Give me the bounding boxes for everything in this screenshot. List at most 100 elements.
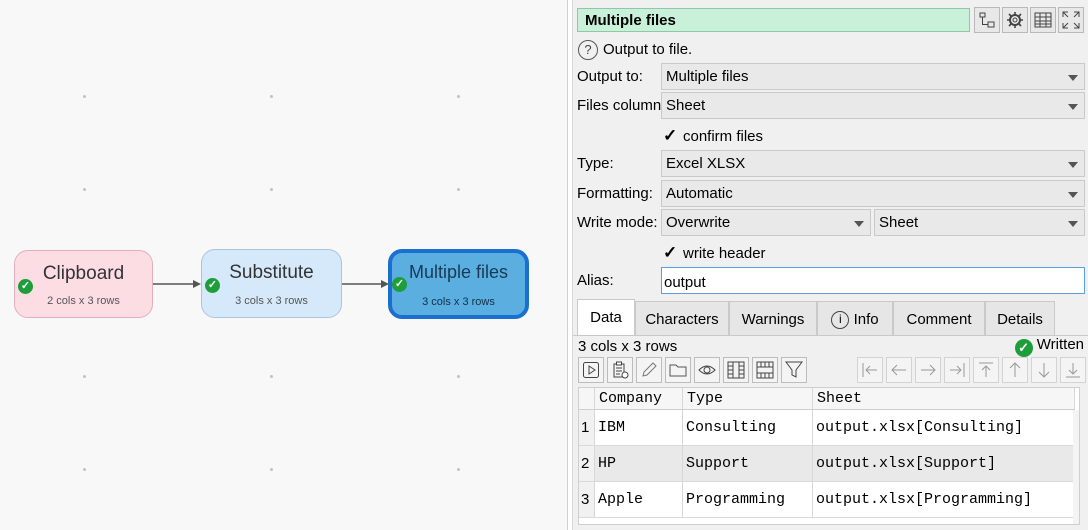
- gear-icon: [1007, 12, 1023, 28]
- expand-button[interactable]: [1058, 7, 1084, 33]
- row-number: 2: [579, 446, 595, 482]
- written-label: Written: [1036, 336, 1084, 353]
- table-cell[interactable]: Consulting: [683, 410, 813, 446]
- tab-data[interactable]: Data: [577, 299, 635, 336]
- view-button[interactable]: [694, 357, 720, 383]
- written-status: ✓ Written: [1014, 336, 1084, 357]
- help-icon[interactable]: ?: [578, 40, 598, 60]
- first-col-icon: [862, 363, 877, 377]
- output-to-select[interactable]: Multiple files: [661, 63, 1085, 90]
- node-clipboard[interactable]: Clipboard 2 cols x 3 rows ✓: [14, 250, 153, 318]
- chevron-down-icon: [1068, 192, 1078, 198]
- confirm-files-checkbox[interactable]: ✓ confirm files: [663, 126, 763, 146]
- eye-icon: [698, 365, 716, 375]
- tab-info-label: Info: [853, 311, 879, 328]
- last-column-button[interactable]: [944, 357, 970, 383]
- chevron-down-icon: [1068, 162, 1078, 168]
- tab-comment[interactable]: Comment: [893, 301, 985, 336]
- status-ok-icon: ✓: [205, 278, 220, 293]
- filter-button[interactable]: [781, 357, 807, 383]
- files-column-select[interactable]: Sheet: [661, 92, 1085, 119]
- node-multiple-files[interactable]: Multiple files 3 cols x 3 rows ✓: [388, 249, 529, 319]
- alias-input[interactable]: [661, 267, 1085, 294]
- type-label: Type:: [577, 155, 614, 172]
- row-number: 3: [579, 482, 595, 518]
- table-view-button[interactable]: [1030, 7, 1056, 33]
- alias-label: Alias:: [577, 272, 614, 289]
- status-ok-icon: ✓: [392, 277, 407, 292]
- info-icon: i: [831, 311, 850, 329]
- node-substitute[interactable]: Substitute 3 cols x 3 rows ✓: [201, 249, 342, 318]
- workflow-canvas[interactable]: Clipboard 2 cols x 3 rows ✓ Substitute 3…: [0, 0, 568, 530]
- bottom-icon: [1066, 363, 1080, 378]
- table-cell[interactable]: output.xlsx[Support]: [813, 446, 1075, 482]
- edit-button[interactable]: [636, 357, 662, 383]
- status-ok-icon: ✓: [18, 279, 33, 294]
- tab-warnings[interactable]: Warnings: [729, 301, 817, 336]
- write-mode-value: Overwrite: [666, 214, 731, 231]
- bottom-row-button[interactable]: [1060, 357, 1086, 383]
- vertical-scrollbar[interactable]: [1073, 410, 1079, 524]
- node-title-field[interactable]: Multiple files: [577, 8, 970, 32]
- arrowhead: [193, 280, 201, 288]
- row-info: 3 cols x 3 rows: [578, 338, 678, 355]
- column-header-company[interactable]: Company: [595, 388, 683, 410]
- formatting-select[interactable]: Automatic: [661, 180, 1085, 207]
- chevron-down-icon: [1068, 104, 1078, 110]
- previous-row-button[interactable]: [1002, 357, 1028, 383]
- previous-column-button[interactable]: [886, 357, 912, 383]
- column-header-type[interactable]: Type: [683, 388, 813, 410]
- top-row-button[interactable]: [973, 357, 999, 383]
- table-cell[interactable]: Programming: [683, 482, 813, 518]
- node-title: Multiple files: [408, 262, 509, 282]
- type-select[interactable]: Excel XLSX: [661, 150, 1085, 177]
- formatting-label: Formatting:: [577, 185, 653, 202]
- data-grid[interactable]: Company Type Sheet 1 IBM Consulting outp…: [578, 387, 1080, 525]
- write-mode-sheet-select[interactable]: Sheet: [874, 209, 1085, 236]
- run-icon: [583, 362, 599, 378]
- confirm-files-label: confirm files: [683, 128, 764, 145]
- table-cell[interactable]: HP: [595, 446, 683, 482]
- table-cell[interactable]: output.xlsx[Consulting]: [813, 410, 1075, 446]
- column-header-sheet[interactable]: Sheet: [813, 388, 1075, 410]
- columns-button[interactable]: [723, 357, 749, 383]
- write-mode-select[interactable]: Overwrite: [661, 209, 871, 236]
- settings-button[interactable]: [1002, 7, 1028, 33]
- next-column-button[interactable]: [915, 357, 941, 383]
- table-cell[interactable]: output.xlsx[Programming]: [813, 482, 1075, 518]
- chevron-down-icon: [854, 221, 864, 227]
- row-number-header: [579, 388, 595, 410]
- chevron-down-icon: [1068, 221, 1078, 227]
- folder-button[interactable]: [665, 357, 691, 383]
- tab-info[interactable]: i Info: [817, 301, 893, 336]
- paste-icon: [613, 361, 629, 379]
- table-cell[interactable]: Support: [683, 446, 813, 482]
- paste-button[interactable]: [607, 357, 633, 383]
- next-row-button[interactable]: [1031, 357, 1057, 383]
- formatting-value: Automatic: [666, 185, 733, 202]
- tab-characters[interactable]: Characters: [635, 301, 729, 336]
- connections-button[interactable]: [974, 7, 1000, 33]
- filter-icon: [785, 361, 803, 378]
- rows-button[interactable]: [752, 357, 778, 383]
- write-header-checkbox[interactable]: ✓ write header: [663, 243, 766, 263]
- last-col-icon: [950, 363, 965, 377]
- right-icon: [921, 364, 936, 376]
- expand-icon: [1062, 11, 1080, 29]
- first-column-button[interactable]: [857, 357, 883, 383]
- run-button[interactable]: [578, 357, 604, 383]
- row-number: 1: [579, 410, 595, 446]
- node-subtitle: 3 cols x 3 rows: [235, 295, 308, 307]
- node-subtitle: 3 cols x 3 rows: [422, 296, 495, 308]
- files-column-label: Files column:: [577, 97, 666, 114]
- output-to-label: Output to:: [577, 68, 643, 85]
- table-cell[interactable]: Apple: [595, 482, 683, 518]
- table-cell[interactable]: IBM: [595, 410, 683, 446]
- top-icon: [979, 362, 993, 377]
- checkmark-icon: ✓: [663, 126, 678, 145]
- type-value: Excel XLSX: [666, 155, 746, 172]
- down-icon: [1038, 363, 1050, 378]
- files-column-value: Sheet: [666, 97, 706, 114]
- output-to-value: Multiple files: [666, 68, 749, 85]
- tab-details[interactable]: Details: [985, 301, 1055, 336]
